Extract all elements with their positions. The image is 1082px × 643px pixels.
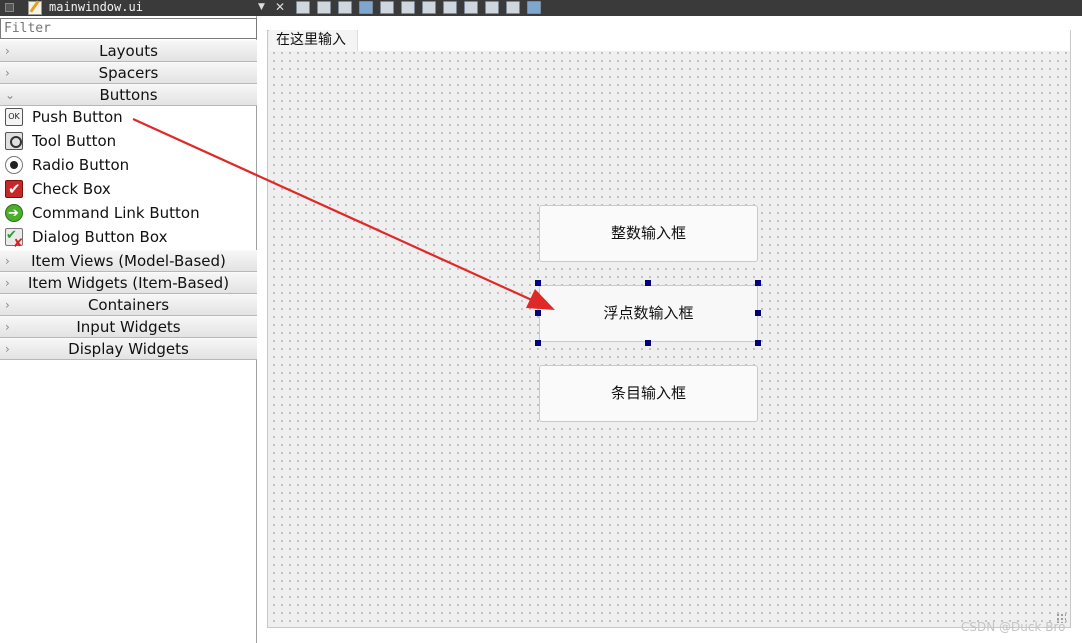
filter-input[interactable] <box>0 18 257 39</box>
edit-buddies-icon[interactable] <box>338 1 352 14</box>
edit-signals-icon[interactable] <box>317 1 331 14</box>
layout-vertical-icon[interactable] <box>401 1 415 14</box>
category-layouts[interactable]: › Layouts <box>0 40 257 62</box>
ui-file-icon <box>28 1 42 15</box>
close-file-icon[interactable]: ✕ <box>275 0 285 15</box>
layout-vsplitter-icon[interactable] <box>443 1 457 14</box>
editor-toolbar: mainwindow.ui ▼ ✕ <box>0 0 1082 16</box>
widget-label: Check Box <box>32 180 111 198</box>
file-name: mainwindow.ui <box>49 0 143 14</box>
resize-handle-nw[interactable] <box>535 280 541 286</box>
chevron-right-icon: › <box>5 342 10 356</box>
chevron-right-icon: › <box>5 320 10 334</box>
resize-handle-n[interactable] <box>645 280 651 286</box>
widget-label: Tool Button <box>32 132 117 150</box>
widget-push-button[interactable]: OK Push Button <box>0 105 256 129</box>
edit-tab-order-icon[interactable] <box>359 1 373 14</box>
chevron-right-icon: › <box>5 298 10 312</box>
chevron-right-icon: › <box>5 66 10 80</box>
check-box-icon <box>5 177 23 201</box>
category-label: Containers <box>87 296 170 314</box>
chevron-right-icon: › <box>5 254 10 268</box>
category-label: Display Widgets <box>68 340 189 358</box>
layout-grid-icon[interactable] <box>464 1 478 14</box>
category-display-widgets[interactable]: › Display Widgets <box>0 338 257 360</box>
category-input-widgets[interactable]: › Input Widgets <box>0 316 257 338</box>
category-label: Buttons <box>99 86 158 104</box>
category-spacers[interactable]: › Spacers <box>0 62 257 84</box>
category-label: Item Widgets (Item-Based) <box>27 274 230 292</box>
widget-label: Command Link Button <box>32 204 200 222</box>
integer-input-button[interactable]: 整数输入框 <box>539 205 758 262</box>
category-label: Item Views (Model-Based) <box>31 252 226 270</box>
tool-button-icon <box>5 132 23 150</box>
chevron-right-icon: › <box>5 276 10 290</box>
resize-handle-s[interactable] <box>645 340 651 346</box>
layout-horizontal-icon[interactable] <box>380 1 394 14</box>
form-menu-bar[interactable] <box>358 30 1070 51</box>
chevron-right-icon: › <box>5 44 10 58</box>
chevron-down-icon: ⌄ <box>5 88 16 102</box>
item-input-button[interactable]: 条目输入框 <box>539 365 758 422</box>
break-layout-icon[interactable] <box>506 1 520 14</box>
radio-button-icon <box>5 156 23 174</box>
widget-label: Radio Button <box>32 156 130 174</box>
float-input-button[interactable]: 浮点数输入框 <box>539 285 758 342</box>
resize-handle-sw[interactable] <box>535 340 541 346</box>
push-button-icon: OK <box>5 108 23 126</box>
category-item-views[interactable]: › Item Views (Model-Based) <box>0 250 257 272</box>
resize-handle-ne[interactable] <box>755 280 761 286</box>
widget-command-link-button[interactable]: Command Link Button <box>0 201 256 226</box>
watermark: CSDN @Duck Bro <box>961 620 1066 634</box>
widget-radio-button[interactable]: Radio Button <box>0 153 256 177</box>
widget-dialog-button-box[interactable]: Dialog Button Box <box>0 224 256 255</box>
pin-icon[interactable] <box>5 3 14 12</box>
resize-handle-se[interactable] <box>755 340 761 346</box>
form-editor-tools <box>296 1 541 15</box>
category-containers[interactable]: › Containers <box>0 294 257 316</box>
adjust-size-icon[interactable] <box>527 1 541 14</box>
category-label: Spacers <box>98 64 159 82</box>
category-label: Layouts <box>99 42 158 60</box>
widget-label: Push Button <box>32 108 123 126</box>
widget-check-box[interactable]: Check Box <box>0 177 256 201</box>
layout-hsplitter-icon[interactable] <box>422 1 436 14</box>
edit-widgets-icon[interactable] <box>296 1 310 14</box>
menu-type-here[interactable]: 在这里输入 <box>269 30 358 51</box>
widget-label: Dialog Button Box <box>32 228 168 246</box>
category-buttons[interactable]: ⌄ Buttons <box>0 84 257 106</box>
command-link-icon <box>5 202 23 226</box>
widget-box: › Layouts › Spacers ⌄ Buttons OK Push Bu… <box>0 16 257 643</box>
category-label: Input Widgets <box>76 318 181 336</box>
resize-handle-e[interactable] <box>755 310 761 316</box>
file-dropdown-icon[interactable]: ▼ <box>258 0 265 15</box>
category-item-widgets[interactable]: › Item Widgets (Item-Based) <box>0 272 257 294</box>
dialog-button-box-icon <box>5 224 23 255</box>
widget-tool-button[interactable]: Tool Button <box>0 129 256 153</box>
resize-handle-w[interactable] <box>535 310 541 316</box>
layout-form-icon[interactable] <box>485 1 499 14</box>
